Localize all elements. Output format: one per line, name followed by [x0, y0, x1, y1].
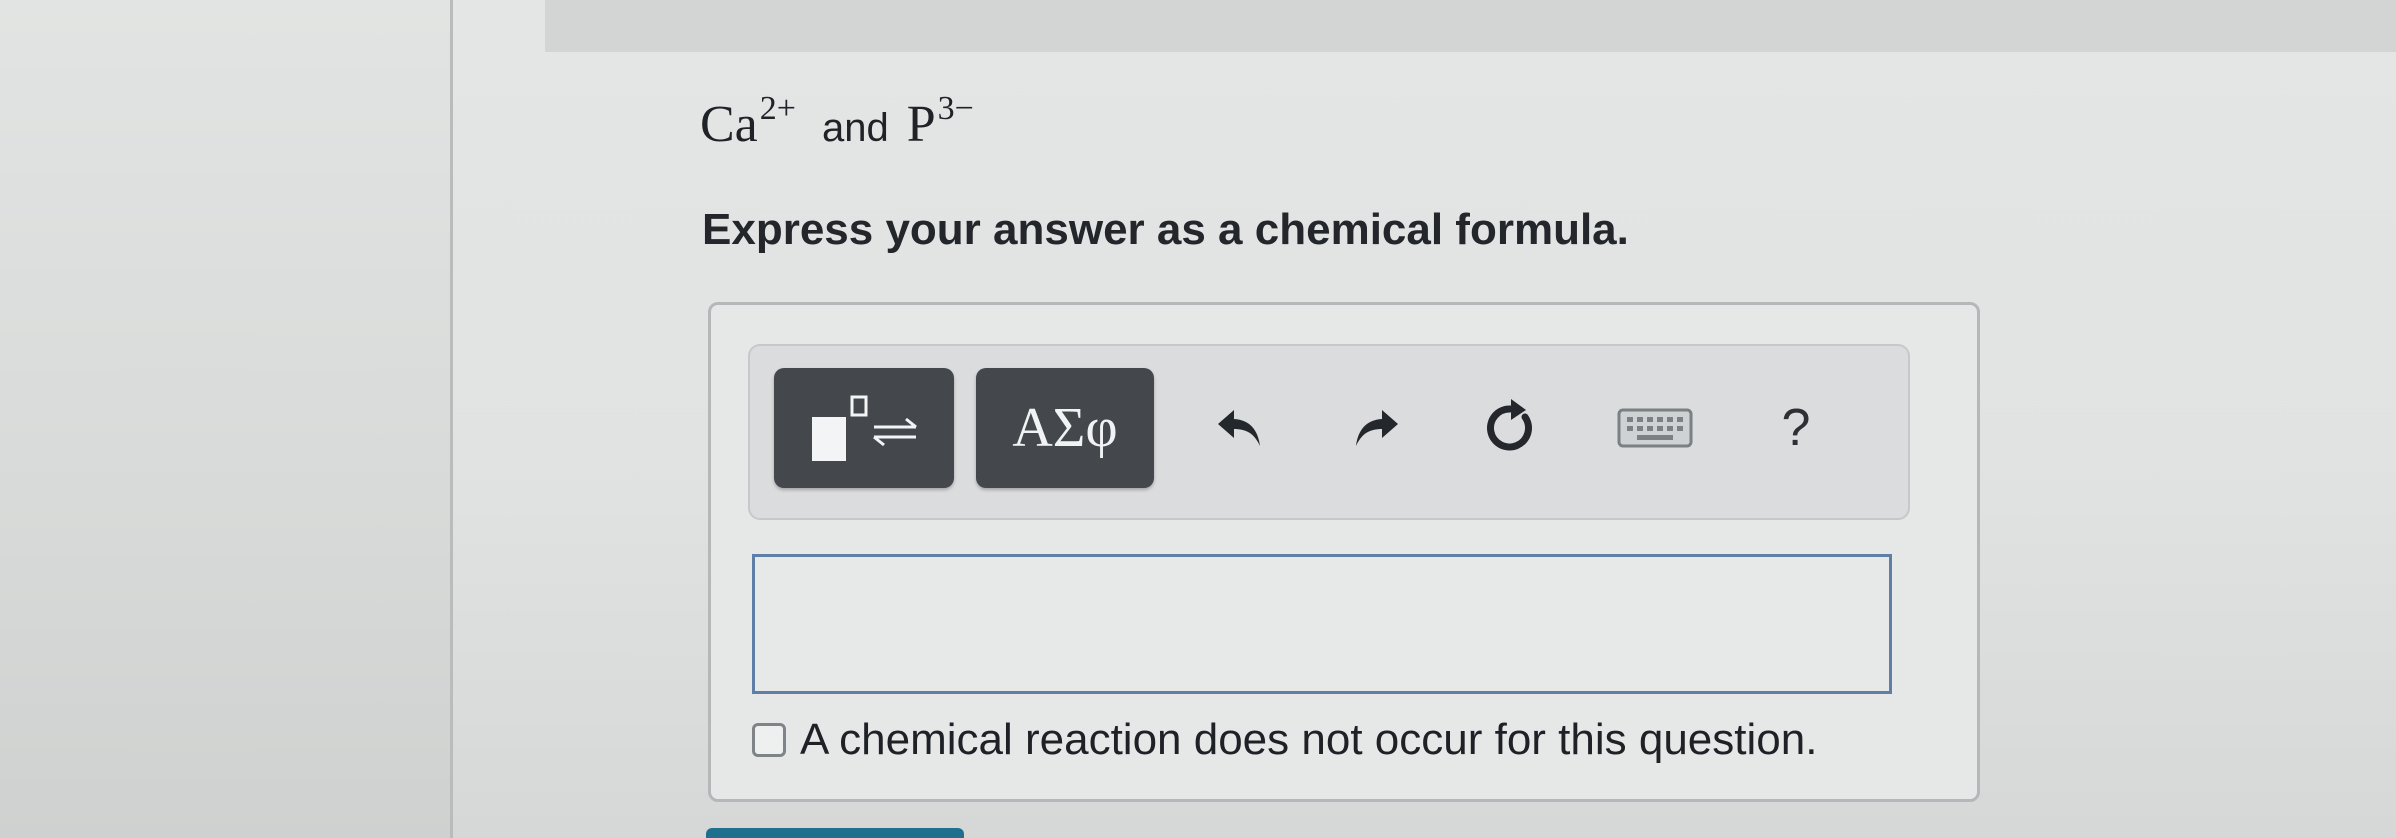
- redo-button[interactable]: [1340, 392, 1412, 464]
- ion-pair: Ca 2+ and P 3−: [700, 90, 974, 175]
- reset-button[interactable]: [1474, 392, 1546, 464]
- no-reaction-label: A chemical reaction does not occur for t…: [800, 715, 1818, 764]
- help-button[interactable]: ?: [1766, 392, 1826, 464]
- left-gutter: [0, 0, 452, 838]
- no-reaction-option[interactable]: A chemical reaction does not occur for t…: [752, 710, 1817, 770]
- greek-symbols-button[interactable]: ΑΣφ: [976, 368, 1154, 488]
- top-bar: [545, 0, 2396, 52]
- keyboard-button[interactable]: [1616, 392, 1694, 464]
- anion-symbol: P: [906, 96, 936, 153]
- redo-icon: [1356, 410, 1398, 446]
- no-reaction-checkbox[interactable]: [752, 723, 786, 757]
- reset-icon: [1487, 399, 1532, 451]
- undo-icon: [1218, 410, 1260, 446]
- cation-symbol: Ca: [700, 96, 758, 153]
- templates-button[interactable]: [774, 368, 954, 488]
- submit-button[interactable]: [706, 828, 964, 838]
- question-instruction: Express your answer as a chemical formul…: [702, 205, 1629, 254]
- anion-charge: 3−: [937, 90, 974, 127]
- answer-input[interactable]: [752, 554, 1892, 694]
- templates-icon: [812, 395, 917, 461]
- undo-button[interactable]: [1204, 392, 1276, 464]
- keyboard-icon: [1617, 408, 1693, 448]
- ion-conjunction: and: [821, 106, 889, 150]
- cation-charge: 2+: [759, 90, 796, 127]
